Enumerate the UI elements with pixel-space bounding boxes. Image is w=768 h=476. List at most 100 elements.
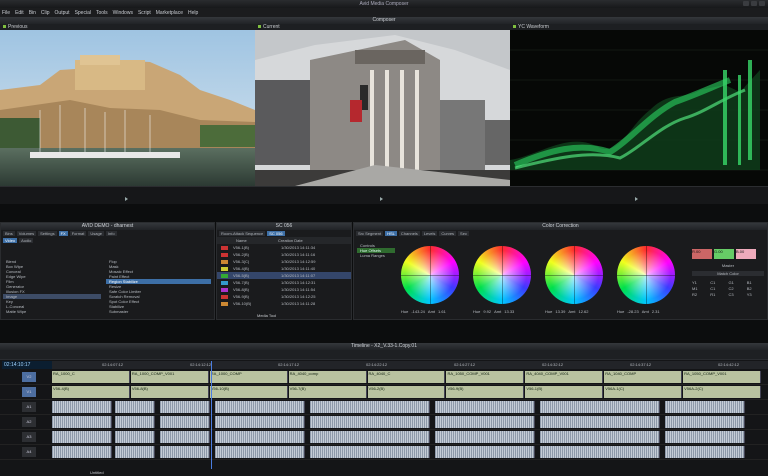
bin-row[interactable]: V56-8(B) 1/30/2013 14:11:54 (217, 286, 351, 293)
audio-waveform-clip[interactable] (310, 416, 430, 428)
menu-bin[interactable]: Bin (29, 10, 36, 16)
audio-waveform-clip[interactable] (115, 416, 155, 428)
track-label[interactable]: V1 (22, 387, 36, 397)
shadows-amt-value[interactable]: 13.33 (504, 309, 514, 314)
menu-help[interactable]: Help (188, 10, 198, 16)
track-label[interactable]: A2 (22, 417, 36, 427)
timeline-clip[interactable]: V56-4(B) (52, 386, 130, 398)
audio-waveform-clip[interactable] (310, 446, 430, 458)
audio-waveform-clip[interactable] (52, 446, 112, 458)
grid-c1b[interactable]: C1 (710, 286, 727, 291)
column-date[interactable]: Creation Date (278, 238, 303, 243)
timeline-clip[interactable]: RA_1000_COMP_V001 (130, 371, 209, 383)
shadows-hue-value[interactable]: 9.92 (483, 309, 491, 314)
tab-volumes[interactable]: Volumes (16, 231, 37, 236)
tab-video[interactable]: Video (3, 238, 18, 243)
audio-waveform-clip[interactable] (160, 401, 210, 413)
timeline-clip[interactable]: RA_4040_COMP_V001 (525, 371, 604, 383)
timeline-clip[interactable]: V56-1(B) (525, 386, 604, 398)
grid-r2[interactable]: R2 (692, 292, 709, 297)
audio-waveform-clip[interactable] (435, 431, 535, 443)
audio-waveform-clip[interactable] (52, 431, 112, 443)
bin-row[interactable]: V56-10(B) 1/30/2013 14:11:28 (217, 300, 351, 307)
audio-waveform-clip[interactable] (215, 446, 305, 458)
tab-usage[interactable]: Usage (88, 231, 104, 236)
play-icon[interactable] (380, 197, 383, 201)
audio-waveform-clip[interactable] (215, 416, 305, 428)
tab-audio[interactable]: Audio (19, 238, 34, 243)
master-wheel[interactable] (401, 246, 459, 304)
tab-levels[interactable]: Levels (421, 231, 438, 236)
previous-frame[interactable] (0, 30, 255, 186)
menu-file[interactable]: File (2, 10, 10, 16)
grid-c2[interactable]: C2 (729, 286, 746, 291)
play-icon[interactable] (125, 197, 128, 201)
grid-b2[interactable]: B2 (747, 286, 764, 291)
timeline-clip[interactable]: RA_1040_COMP (604, 371, 683, 383)
bin-row[interactable]: V56-1(B) 1/30/2013 14:11:34 (217, 244, 351, 251)
close-icon[interactable] (759, 1, 765, 6)
highlights-wheel[interactable] (617, 246, 675, 304)
match-color-button[interactable]: Match Color (692, 271, 764, 276)
audio-waveform-clip[interactable] (115, 431, 155, 443)
audio-waveform-clip[interactable] (160, 416, 210, 428)
midtones-wheel[interactable] (545, 246, 603, 304)
column-name[interactable]: Name (220, 238, 278, 243)
audio-waveform-clip[interactable] (540, 431, 660, 443)
master-amt-value[interactable]: 1.61 (438, 309, 446, 314)
grid-c3[interactable]: C3 (729, 292, 746, 297)
menu-tools[interactable]: Tools (96, 10, 108, 16)
minimize-icon[interactable] (743, 1, 749, 6)
tab-bins[interactable]: Bins (3, 231, 15, 236)
tab-channels[interactable]: Channels (398, 231, 420, 236)
audio-waveform-clip[interactable] (665, 401, 745, 413)
track-label[interactable]: A3 (22, 432, 36, 442)
tab-sec[interactable]: Sec (458, 231, 469, 236)
grid-g1[interactable]: G1 (729, 280, 746, 285)
current-frame[interactable] (255, 30, 510, 186)
master-hue-value[interactable]: -143.24 (411, 309, 425, 314)
audio-waveform-clip[interactable] (215, 401, 305, 413)
bin-row[interactable]: V56-4(B) 1/30/2013 14:11:40 (217, 265, 351, 272)
timeline-clip[interactable]: V56-7(B) (288, 386, 367, 398)
audio-waveform-clip[interactable] (665, 431, 745, 443)
menu-special[interactable]: Special (75, 10, 91, 16)
audio-waveform-clip[interactable] (160, 431, 210, 443)
waveform-display[interactable] (510, 30, 768, 186)
tab-hsl[interactable]: HSL (385, 231, 397, 236)
highlights-hue-value[interactable]: -28.23 (627, 309, 638, 314)
tab-info[interactable]: Info (105, 231, 117, 236)
menu-edit[interactable]: Edit (15, 10, 24, 16)
list-item[interactable]: Matte Wipe (3, 309, 101, 314)
timeline-clip[interactable]: V56-10(B) (209, 386, 288, 398)
midtones-hue-value[interactable]: 13.39 (555, 309, 565, 314)
swatch-g[interactable]: G.00 (714, 249, 734, 259)
track-label[interactable]: A1 (22, 402, 36, 412)
tab-sc056[interactable]: SC 056 (267, 231, 285, 236)
audio-waveform-clip[interactable] (435, 446, 535, 458)
tab-format[interactable]: Format (69, 231, 87, 236)
list-item[interactable]: Submaster (106, 309, 211, 314)
timeline-clip[interactable]: V56A-1(C) (604, 386, 683, 398)
grid-y1[interactable]: Y1 (692, 280, 709, 285)
timeline-clip[interactable]: RA_1050_COMP_V001 (683, 371, 761, 383)
grid-y3[interactable]: Y3 (747, 292, 764, 297)
position-indicator[interactable] (211, 361, 212, 469)
timeline-clip[interactable]: V56-2(B) (367, 386, 446, 398)
bin-row[interactable]: V56-5(B) 1/30/2013 14:11:07 (217, 272, 351, 279)
midtones-amt-value[interactable]: 12.62 (578, 309, 588, 314)
track-label[interactable]: A4 (22, 447, 36, 457)
timeline-clip[interactable]: V56-9(B) (446, 386, 525, 398)
bin-row[interactable]: V56-3(C) 1/30/2013 14:12:59 (217, 258, 351, 265)
media-tool-label[interactable]: Media Tool (257, 313, 276, 318)
audio-waveform-clip[interactable] (665, 416, 745, 428)
tab-fx[interactable]: FX (58, 231, 68, 236)
swatch-b[interactable]: B.00 (736, 249, 756, 259)
tab-curves[interactable]: Curves (439, 231, 457, 236)
maximize-icon[interactable] (751, 1, 757, 6)
tab-sequence[interactable]: Room-Attack Sequence (219, 231, 266, 236)
timeline-clip[interactable]: RA_4040_C (367, 371, 446, 383)
highlights-amt-value[interactable]: 2.31 (652, 309, 660, 314)
grid-r1[interactable]: R1 (710, 292, 727, 297)
timeline-clip[interactable]: RA_4040_comp (288, 371, 367, 383)
